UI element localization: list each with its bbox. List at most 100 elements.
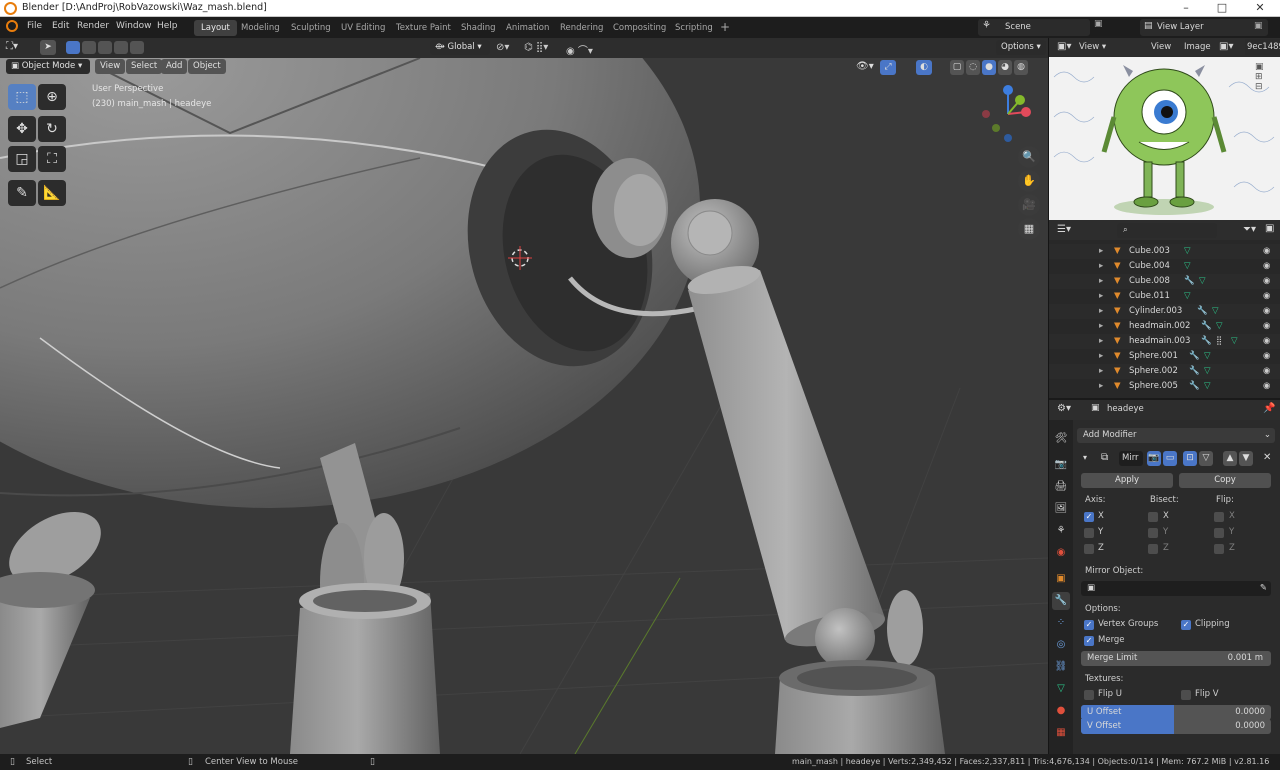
image-menu-image[interactable]: Image xyxy=(1184,42,1211,52)
expand-icon[interactable]: ▸ xyxy=(1099,349,1103,364)
view-layer-new-icon[interactable]: ▣ xyxy=(1254,21,1263,31)
expand-icon[interactable]: ▸ xyxy=(1099,334,1103,349)
tool-tab-icon[interactable]: 🛠 xyxy=(1052,430,1070,448)
image-name-field[interactable]: 9ec1489 xyxy=(1245,39,1280,55)
outliner-row[interactable]: ▸ ▼ headmain.002 🔧 ▽ ◉ xyxy=(1049,319,1280,334)
outliner-row[interactable]: ▸ ▼ Cube.003 ▽ ◉ xyxy=(1049,244,1280,259)
filter-icon[interactable]: ⏷▾ xyxy=(1243,224,1256,235)
select-mode-icon[interactable]: ➤ xyxy=(40,40,56,55)
scene-selector[interactable]: ⚘ Scene xyxy=(978,19,1090,36)
expand-icon[interactable]: ▸ xyxy=(1099,304,1103,319)
editmode-toggle-icon[interactable]: ⊡ xyxy=(1183,451,1197,466)
tool-cursor[interactable]: ⊕ xyxy=(38,84,66,110)
mode-subtract-icon[interactable] xyxy=(98,41,112,54)
maximize-icon[interactable]: □ xyxy=(1204,0,1240,17)
mode-difference-icon[interactable] xyxy=(114,41,128,54)
options-dropdown[interactable]: Options ▾ xyxy=(996,40,1046,55)
gizmo-z-icon[interactable] xyxy=(1003,85,1013,95)
move-down-icon[interactable]: ▼ xyxy=(1239,451,1253,466)
tab-shading[interactable]: Shading xyxy=(454,20,503,36)
modifier-name-field[interactable]: Mirr xyxy=(1119,451,1143,466)
add-workspace-icon[interactable]: + xyxy=(720,20,730,34)
expand-icon[interactable]: ▸ xyxy=(1099,244,1103,259)
world-tab-icon[interactable]: ◉ xyxy=(1052,544,1070,562)
visibility-eye-icon[interactable]: ◉ xyxy=(1263,289,1270,304)
expand-icon[interactable]: ▸ xyxy=(1099,379,1103,394)
menu-add[interactable]: Add xyxy=(161,59,188,74)
pivot-icon[interactable]: ⊘▾ xyxy=(496,42,509,53)
properties-type-icon[interactable]: ⚙▾ xyxy=(1057,403,1071,414)
tab-sculpting[interactable]: Sculpting xyxy=(284,20,338,36)
bisect-y-checkbox[interactable] xyxy=(1148,528,1158,538)
transform-orientation-dropdown[interactable]: ⟴ Global ▾ xyxy=(430,40,490,55)
visibility-eye-icon[interactable]: ◉ xyxy=(1263,259,1270,274)
merge-checkbox[interactable] xyxy=(1084,636,1094,646)
close-icon[interactable]: ✕ xyxy=(1242,0,1278,17)
outliner-row[interactable]: ▸ ▼ Sphere.002 🔧 ▽ ◉ xyxy=(1049,364,1280,379)
visibility-eye-icon[interactable]: ◉ xyxy=(1263,349,1270,364)
render-tab-icon[interactable]: 📷 xyxy=(1052,456,1070,474)
tool-move[interactable]: ✥ xyxy=(8,116,36,142)
mode-intersect-icon[interactable] xyxy=(130,41,144,54)
physics-tab-icon[interactable]: ◎ xyxy=(1052,636,1070,654)
render-toggle-icon[interactable]: 📷 xyxy=(1147,451,1161,466)
scene-new-icon[interactable]: ▣ xyxy=(1094,19,1104,36)
scene-tab-icon[interactable]: ⚘ xyxy=(1052,522,1070,540)
modifier-tab-icon[interactable]: 🔧 xyxy=(1052,592,1070,610)
tab-texture-paint[interactable]: Texture Paint xyxy=(389,20,458,36)
grid-view-icon[interactable]: ▦ xyxy=(1018,218,1040,240)
visibility-eye-icon[interactable]: ◉ xyxy=(1263,379,1270,394)
outliner-row[interactable]: ▸ ▼ headmain.003 🔧 ⣿ ▽ ◉ xyxy=(1049,334,1280,349)
tab-rendering[interactable]: Rendering xyxy=(553,20,610,36)
outliner-row[interactable]: ▸ ▼ Sphere.005 🔧 ▽ ◉ xyxy=(1049,379,1280,394)
tool-rotate[interactable]: ↻ xyxy=(38,116,66,142)
menu-window[interactable]: Window xyxy=(116,21,152,31)
outliner-type-icon[interactable]: ☰▾ xyxy=(1057,224,1071,235)
clipping-checkbox[interactable] xyxy=(1181,620,1191,630)
axis-x-checkbox[interactable] xyxy=(1084,512,1094,522)
copy-button[interactable]: Copy xyxy=(1179,473,1271,488)
outliner-row[interactable]: ▸ ▼ Sphere.001 🔧 ▽ ◉ xyxy=(1049,349,1280,364)
constraints-tab-icon[interactable]: ⛓ xyxy=(1052,658,1070,676)
mirror-object-field[interactable]: ▣ ✎ xyxy=(1081,581,1271,596)
new-collection-icon[interactable]: ▣ xyxy=(1265,223,1274,234)
add-modifier-dropdown[interactable]: Add Modifier ⌄ xyxy=(1077,428,1275,443)
visibility-eye-icon[interactable]: ◉ xyxy=(1263,364,1270,379)
tab-compositing[interactable]: Compositing xyxy=(606,20,673,36)
visibility-icon[interactable]: 👁▾ xyxy=(856,61,874,72)
outliner-row[interactable]: ▸ ▼ Cube.004 ▽ ◉ xyxy=(1049,259,1280,274)
menu-select[interactable]: Select xyxy=(126,59,163,74)
outliner-row[interactable]: ▸ ▼ Cube.008 🔧 ▽ ◉ xyxy=(1049,274,1280,289)
outliner-row[interactable]: ▸ ▼ Cylinder.003 🔧 ▽ ◉ xyxy=(1049,304,1280,319)
cage-toggle-icon[interactable]: ▽ xyxy=(1199,451,1213,466)
outliner[interactable]: ☰▾ ⌕ ⏷▾ ▣ ▸ ▼ Cube.003 ▽ ◉ ▸ ▼ Cube.004 … xyxy=(1049,220,1280,398)
material-shading-icon[interactable]: ◕ xyxy=(998,60,1012,75)
image-view-mode[interactable]: View ▾ xyxy=(1079,42,1106,52)
properties-editor[interactable]: ⚙▾ ▣ headeye 📌 🛠 📷 🖨 🖼 ⚘ ◉ ▣ 🔧 ⁘ ◎ ⛓ ▽ ●… xyxy=(1049,398,1280,756)
xray-icon[interactable]: ▢ xyxy=(950,60,964,75)
expand-icon[interactable]: ▸ xyxy=(1099,364,1103,379)
view-layer-tab-icon[interactable]: 🖼 xyxy=(1052,500,1070,518)
tool-select-box[interactable]: ⬚ xyxy=(8,84,36,110)
image-menu-view[interactable]: View xyxy=(1151,42,1171,52)
object-tab-icon[interactable]: ▣ xyxy=(1052,570,1070,588)
menu-render[interactable]: Render xyxy=(77,21,109,31)
visibility-eye-icon[interactable]: ◉ xyxy=(1263,334,1270,349)
zoom-icon[interactable]: 🔍 xyxy=(1018,146,1040,168)
tool-scale[interactable]: ◲ xyxy=(8,146,36,172)
menu-help[interactable]: Help xyxy=(157,21,178,31)
eyedropper-icon[interactable]: ✎ xyxy=(1260,581,1267,596)
u-offset-field[interactable]: U Offset 0.0000 xyxy=(1081,705,1271,720)
proportional-edit-icon[interactable]: ◉ ⌒▾ xyxy=(566,42,593,57)
visibility-eye-icon[interactable]: ◉ xyxy=(1263,244,1270,259)
outliner-search-input[interactable]: ⌕ xyxy=(1117,223,1217,238)
tab-layout[interactable]: Layout xyxy=(194,20,237,36)
camera-icon[interactable]: 🎥 xyxy=(1018,194,1040,216)
v-offset-field[interactable]: V Offset 0.0000 xyxy=(1081,719,1271,734)
image-editor-type-icon[interactable]: ▣▾ xyxy=(1057,41,1071,52)
output-tab-icon[interactable]: 🖨 xyxy=(1052,478,1070,496)
wireframe-shading-icon[interactable]: ◌ xyxy=(966,60,980,75)
expand-icon[interactable]: ▸ xyxy=(1099,289,1103,304)
snap-icon[interactable]: ⌬ ⣿▾ xyxy=(524,42,548,53)
solid-shading-icon[interactable]: ● xyxy=(982,60,996,75)
